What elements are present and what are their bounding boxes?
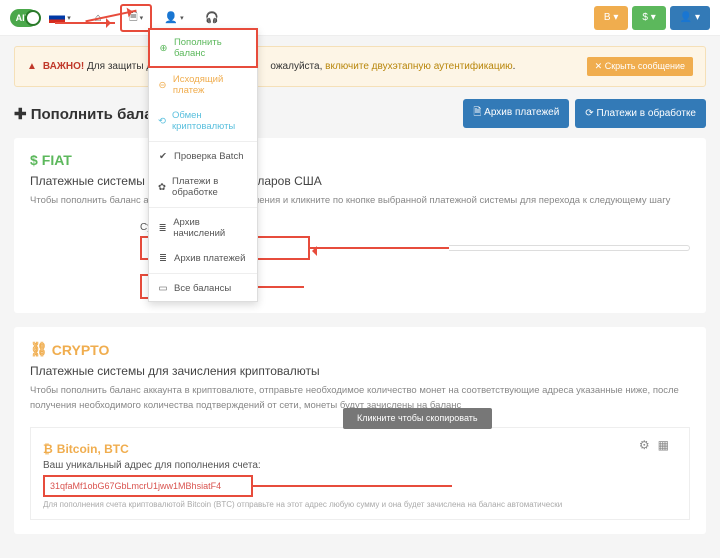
btc-address-input[interactable] xyxy=(43,475,253,497)
bitcoin-icon: ₿ xyxy=(43,442,53,456)
dd-accruals-archive[interactable]: ≣Архив начислений xyxy=(149,210,257,246)
crypto-panel: ⛓CRYPTO Платежные системы для зачисления… xyxy=(14,327,706,534)
dd-exchange[interactable]: ⟲Обмен криптовалюты xyxy=(149,103,257,139)
dd-topup[interactable]: ⊕Пополнить баланс xyxy=(148,28,258,68)
dd-payments-archive[interactable]: ≣Архив платежей xyxy=(149,246,257,271)
wallet-icon: ▭ xyxy=(158,283,168,294)
payments-processing-button[interactable]: ⟳ Платежи в обработке xyxy=(575,99,706,128)
crypto-subtitle: Платежные системы для зачисления криптов… xyxy=(30,364,690,378)
archive-icon: ≣ xyxy=(158,253,168,264)
minus-circle-icon: ⊖ xyxy=(158,80,167,91)
copy-address-button[interactable]: Кликните чтобы скопировать xyxy=(343,408,492,430)
right-pill-group: B ▾ $ ▾ 👤 ▾ xyxy=(594,6,710,30)
dd-outgoing[interactable]: ⊖Исходящий платеж xyxy=(149,67,257,103)
enable-2fa-link[interactable]: включите двухэтапную аутентификацию xyxy=(325,61,513,72)
pill-user[interactable]: 👤 ▾ xyxy=(670,6,710,30)
page-title: ✚ Пополнить баланс xyxy=(14,105,170,123)
btc-note: Для пополнения счета криптовалютой Bitco… xyxy=(43,500,677,509)
logo: AITi xyxy=(10,9,38,27)
fiat-subtitle: Платежные системы дл ой валюты - Долларо… xyxy=(30,174,690,188)
annotation-arrow xyxy=(252,485,452,487)
headset-icon: 🎧 xyxy=(205,11,219,24)
payments-archive-button[interactable]: 🗎 Архив платежей xyxy=(463,99,569,128)
refresh-icon: ⟲ xyxy=(158,116,166,127)
documents-dropdown: ⊕Пополнить баланс ⊖Исходящий платеж ⟲Обм… xyxy=(148,28,258,302)
language-flag[interactable]: ▾ xyxy=(44,4,76,32)
dd-processing[interactable]: ✿Платежи в обработке xyxy=(149,169,257,205)
dd-all-balances[interactable]: ▭Все балансы xyxy=(149,276,257,301)
dd-check-batch[interactable]: ✔Проверка Batch xyxy=(149,144,257,169)
pill-currency[interactable]: $ ▾ xyxy=(632,6,665,30)
settings-icon[interactable]: ⚙ xyxy=(639,438,650,452)
top-navbar: AITi ▾ ⌂ 🗎▾ 👤▾ 🎧 B ▾ $ ▾ 👤 ▾ xyxy=(0,0,720,36)
archive-icon: ≣ xyxy=(158,223,167,234)
address-label: Ваш уникальный адрес для пополнения счет… xyxy=(43,460,677,471)
alert-badge: ВАЖНО! xyxy=(43,61,84,72)
page-header: ✚ Пополнить баланс 🗎 Архив платежей ⟳ Пл… xyxy=(14,99,706,128)
check-icon: ✔ xyxy=(158,151,168,162)
fiat-panel: $FIAT Платежные системы дл ой валюты - Д… xyxy=(14,138,706,313)
dollar-icon: $ xyxy=(30,152,38,168)
user-icon: 👤 xyxy=(164,11,178,24)
plus-circle-icon: ⊕ xyxy=(159,43,168,54)
pill-b[interactable]: B ▾ xyxy=(594,6,628,30)
fiat-title: FIAT xyxy=(42,152,72,168)
warning-icon: ▲ xyxy=(27,61,37,72)
btc-title: Bitcoin, BTC xyxy=(57,442,129,456)
annotation-arrow xyxy=(309,247,449,249)
gear-icon: ✿ xyxy=(158,182,166,193)
chain-icon: ⛓ xyxy=(30,341,48,358)
qr-icon[interactable]: ▦ xyxy=(658,438,669,452)
hide-alert-button[interactable]: ✕ Скрыть сообщение xyxy=(587,57,693,76)
fiat-description: Чтобы пополнить баланс акк укажите сумму… xyxy=(30,194,690,208)
btc-box: Кликните чтобы скопировать ⚙▦ ₿Bitcoin, … xyxy=(30,427,690,520)
crypto-title: CRYPTO xyxy=(52,342,110,358)
security-alert: ▲ ВАЖНО! Для защиты досту ожалуйста, вкл… xyxy=(14,46,706,87)
